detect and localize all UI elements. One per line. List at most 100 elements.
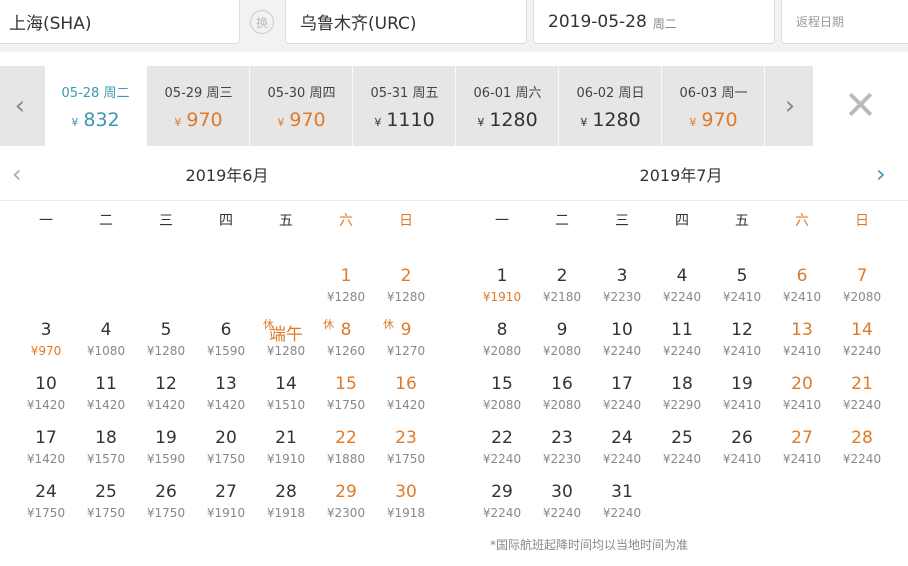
calendar-day[interactable]: 2 ¥1280	[376, 262, 436, 316]
day-price: ¥1910	[482, 290, 522, 304]
strip-prev-button[interactable]: ‹	[0, 66, 40, 146]
strip-day-1[interactable]: 05-29 周三 ¥970	[148, 66, 250, 146]
calendar-day[interactable]: 7 ¥2080	[832, 262, 892, 316]
day-price: ¥1420	[86, 398, 126, 412]
calendar-day[interactable]: 12 ¥2410	[712, 316, 772, 370]
calendar-day[interactable]: 22 ¥2240	[472, 424, 532, 478]
day-number: 14	[275, 374, 297, 394]
weekday-header: 三	[159, 213, 173, 229]
calendar-day[interactable]: 30 ¥1918	[376, 478, 436, 532]
calendar-day[interactable]: 21 ¥1910	[256, 424, 316, 478]
calendar-day[interactable]: 12 ¥1420	[136, 370, 196, 424]
calendar-day[interactable]: 17 ¥2240	[592, 370, 652, 424]
day-number: 25	[671, 428, 693, 448]
strip-day-5[interactable]: 06-02 周日 ¥1280	[560, 66, 662, 146]
calendar-next-month-button[interactable]: ›	[876, 160, 886, 188]
calendar-day[interactable]: 1 ¥1280	[316, 262, 376, 316]
calendar-day[interactable]: 13 ¥2410	[772, 316, 832, 370]
calendar-day[interactable]: 23 ¥1750	[376, 424, 436, 478]
calendar-day[interactable]: 30 ¥2240	[532, 478, 592, 532]
swap-cities-button[interactable]: 换	[250, 10, 274, 34]
strip-day-2[interactable]: 05-30 周四 ¥970	[251, 66, 353, 146]
day-number: 22	[335, 428, 357, 448]
calendar-day[interactable]: 10 ¥2240	[592, 316, 652, 370]
calendar-day[interactable]: 25 ¥1750	[76, 478, 136, 532]
return-date-field[interactable]: 返程日期	[781, 0, 908, 44]
calendar-day[interactable]: 10 ¥1420	[16, 370, 76, 424]
calendar-day[interactable]: 21 ¥2240	[832, 370, 892, 424]
calendar-day[interactable]: 24 ¥1750	[16, 478, 76, 532]
strip-day-0[interactable]: 05-28 周二 ¥832	[45, 66, 147, 146]
calendar-day[interactable]: 15 ¥1750	[316, 370, 376, 424]
calendar-day[interactable]: 27 ¥1910	[196, 478, 256, 532]
strip-day-3[interactable]: 05-31 周五 ¥1110	[354, 66, 456, 146]
calendar-day[interactable]: 27 ¥2410	[772, 424, 832, 478]
calendar-day[interactable]: 9 ¥2080	[532, 316, 592, 370]
calendar-day[interactable]: 6 ¥2410	[772, 262, 832, 316]
day-price: ¥1570	[86, 452, 126, 466]
calendar-day[interactable]: 26 ¥1750	[136, 478, 196, 532]
day-price: ¥1750	[326, 398, 366, 412]
day-number: 14	[851, 320, 873, 340]
month-title-july: 2019年7月	[454, 148, 908, 201]
calendar-day[interactable]: 18 ¥1570	[76, 424, 136, 478]
calendar-day[interactable]: 19 ¥2410	[712, 370, 772, 424]
day-number: 16	[395, 374, 417, 394]
from-city-field[interactable]: 上海(SHA)	[0, 0, 240, 44]
strip-day-6[interactable]: 06-03 周一 ¥970	[663, 66, 765, 146]
to-city-field[interactable]: 乌鲁木齐(URC)	[285, 0, 527, 44]
calendar-day[interactable]: 5 ¥2410	[712, 262, 772, 316]
day-number: 21	[851, 374, 873, 394]
strip-day-4[interactable]: 06-01 周六 ¥1280	[457, 66, 559, 146]
calendar-day[interactable]: 29 ¥2300	[316, 478, 376, 532]
calendar-day[interactable]: 17 ¥1420	[16, 424, 76, 478]
calendar-day[interactable]: 23 ¥2230	[532, 424, 592, 478]
calendar-day[interactable]: 休端午 ¥1280	[256, 316, 316, 370]
calendar-day[interactable]: 4 ¥1080	[76, 316, 136, 370]
close-button[interactable]: ✕	[813, 66, 908, 146]
strip-day-price: ¥970	[277, 109, 325, 131]
calendar-day[interactable]: 16 ¥2080	[532, 370, 592, 424]
day-number: 4	[676, 266, 688, 286]
strip-day-price: ¥1280	[477, 109, 537, 131]
calendar-day[interactable]: 3 ¥2230	[592, 262, 652, 316]
calendar-day[interactable]: 11 ¥1420	[76, 370, 136, 424]
calendar-day[interactable]: 13 ¥1420	[196, 370, 256, 424]
calendar-day[interactable]: 休 8 ¥1260	[316, 316, 376, 370]
calendar-day[interactable]: 25 ¥2240	[652, 424, 712, 478]
calendar-day[interactable]: 3 ¥970	[16, 316, 76, 370]
calendar-day[interactable]: 31 ¥2240	[592, 478, 652, 532]
calendar-day[interactable]: 24 ¥2240	[592, 424, 652, 478]
calendar-day[interactable]: 6 ¥1590	[196, 316, 256, 370]
calendar-day[interactable]: 15 ¥2080	[472, 370, 532, 424]
calendar-day[interactable]: 14 ¥2240	[832, 316, 892, 370]
day-price: ¥1260	[326, 344, 366, 358]
calendar-day[interactable]: 14 ¥1510	[256, 370, 316, 424]
strip-day-date: 06-03 周一	[679, 85, 748, 101]
calendar-day[interactable]: 29 ¥2240	[472, 478, 532, 532]
calendar-day[interactable]: 8 ¥2080	[472, 316, 532, 370]
calendar-day[interactable]: 5 ¥1280	[136, 316, 196, 370]
calendar-day[interactable]: 休 9 ¥1270	[376, 316, 436, 370]
day-number: 12	[731, 320, 753, 340]
weekday-header: 四	[675, 213, 689, 229]
day-price: ¥1280	[326, 290, 366, 304]
depart-date-field[interactable]: 2019-05-28 周二	[533, 0, 775, 44]
calendar-day[interactable]: 20 ¥2410	[772, 370, 832, 424]
calendar-day[interactable]: 4 ¥2240	[652, 262, 712, 316]
calendar-day[interactable]: 11 ¥2240	[652, 316, 712, 370]
calendar-day[interactable]: 16 ¥1420	[376, 370, 436, 424]
calendar-day[interactable]: 22 ¥1880	[316, 424, 376, 478]
day-number: 1	[340, 266, 352, 286]
calendar-day[interactable]: 28 ¥1918	[256, 478, 316, 532]
calendar-day[interactable]: 18 ¥2290	[652, 370, 712, 424]
calendar-day[interactable]: 20 ¥1750	[196, 424, 256, 478]
calendar-day[interactable]: 19 ¥1590	[136, 424, 196, 478]
strip-day-date: 06-01 周六	[473, 85, 542, 101]
calendar-day[interactable]: 1 ¥1910	[472, 262, 532, 316]
calendar-day[interactable]: 26 ¥2410	[712, 424, 772, 478]
day-price: ¥2410	[722, 290, 762, 304]
calendar-day[interactable]: 2 ¥2180	[532, 262, 592, 316]
calendar-day[interactable]: 28 ¥2240	[832, 424, 892, 478]
strip-next-button[interactable]: ›	[770, 66, 810, 146]
